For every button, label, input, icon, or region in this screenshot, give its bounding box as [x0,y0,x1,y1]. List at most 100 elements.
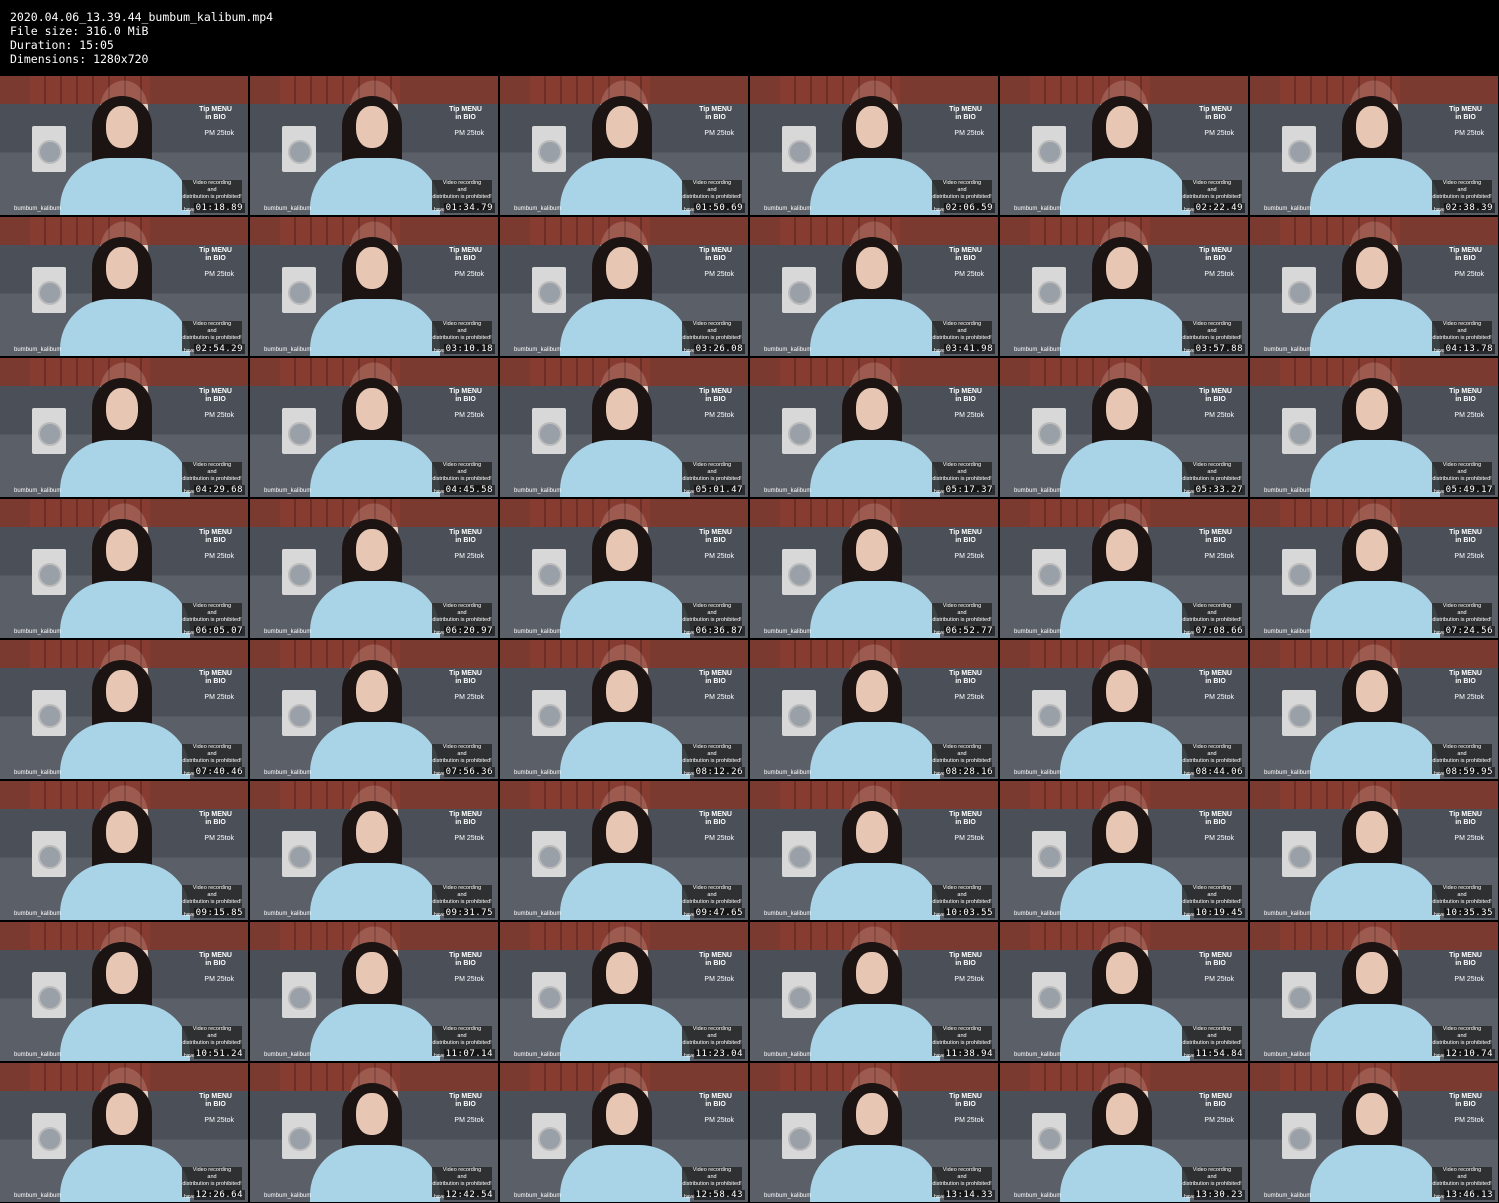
video-thumbnail[interactable]: Tip MENU in BIO PM 25tok Video recording and… [0,781,248,920]
video-thumbnail[interactable]: Tip MENU in BIO PM 25tok Video recording and… [1000,217,1248,356]
person-face [356,106,388,148]
username-label: bumbum_kalibum [14,347,62,353]
person-face [356,1093,388,1135]
video-thumbnail[interactable]: Tip MENU in BIO PM 25tok Video recording and… [250,217,498,356]
video-thumbnail[interactable]: Tip MENU in BIO PM 25tok Video recording and… [1000,640,1248,779]
video-thumbnail[interactable]: Tip MENU in BIO PM 25tok Video recording and… [750,358,998,497]
person-hoodie [1310,158,1440,215]
video-thumbnail[interactable]: Tip MENU in BIO PM 25tok Video recording and… [1250,1063,1498,1202]
video-thumbnail[interactable]: Tip MENU in BIO PM 25tok Video recording and… [0,640,248,779]
video-thumbnail[interactable]: Tip MENU in BIO PM 25tok Video recording and… [500,640,748,779]
thumbnail-timestamp: 05:49.17 [1443,485,1495,495]
video-thumbnail[interactable]: Tip MENU in BIO PM 25tok Video recording and… [1000,358,1248,497]
video-thumbnail[interactable]: Tip MENU in BIO PM 25tok Video recording and… [1000,76,1248,215]
thumbnail-timestamp: 08:59.95 [1443,767,1495,777]
file-info-header: 2020.04.06_13.39.44_bumbum_kalibum.mp4 F… [10,10,273,66]
video-thumbnail[interactable]: Tip MENU in BIO PM 25tok Video recording and… [750,922,998,1061]
video-thumbnail[interactable]: Tip MENU in BIO PM 25tok Video recording and… [1250,217,1498,356]
video-thumbnail[interactable]: Tip MENU in BIO PM 25tok Video recording and… [1250,76,1498,215]
tip-menu-label: Tip MENU in BIO [949,670,982,685]
video-thumbnail[interactable]: Tip MENU in BIO PM 25tok Video recording and… [1250,499,1498,638]
washing-machine [532,1113,566,1159]
video-thumbnail[interactable]: Tip MENU in BIO PM 25tok Video recording and… [750,499,998,638]
video-thumbnail[interactable]: Tip MENU in BIO PM 25tok Video recording and… [250,781,498,920]
person-face [1106,247,1138,289]
video-thumbnail[interactable]: Tip MENU in BIO PM 25tok Video recording and… [500,781,748,920]
person-hoodie [310,1145,440,1202]
washing-machine [532,549,566,595]
video-thumbnail[interactable]: Tip MENU in BIO PM 25tok Video recording and… [250,358,498,497]
person-face [856,670,888,712]
video-thumbnail[interactable]: Tip MENU in BIO PM 25tok Video recording and… [750,781,998,920]
video-thumbnail[interactable]: Tip MENU in BIO PM 25tok Video recording and… [750,76,998,215]
video-thumbnail[interactable]: Tip MENU in BIO PM 25tok Video recording and… [1250,781,1498,920]
thumbnail-timestamp: 03:57.88 [1193,344,1245,354]
pm-label: PM 25tok [1204,553,1234,560]
thumbnail-timestamp: 04:13.78 [1443,344,1495,354]
washing-machine [782,972,816,1018]
video-thumbnail[interactable]: Tip MENU in BIO PM 25tok Video recording and… [750,217,998,356]
person-hoodie [810,440,940,497]
video-thumbnail[interactable]: Tip MENU in BIO PM 25tok Video recording and… [500,922,748,1061]
video-thumbnail[interactable]: Tip MENU in BIO PM 25tok Video recording and… [1000,922,1248,1061]
video-thumbnail[interactable]: Tip MENU in BIO PM 25tok Video recording and… [500,76,748,215]
pm-label: PM 25tok [954,271,984,278]
thumbnail-timestamp: 07:40.46 [193,767,245,777]
tip-menu-label: Tip MENU in BIO [449,247,482,262]
pm-label: PM 25tok [1454,976,1484,983]
washing-machine [282,267,316,313]
pm-label: PM 25tok [1204,271,1234,278]
video-thumbnail[interactable]: Tip MENU in BIO PM 25tok Video recording and… [500,358,748,497]
thumbnail-timestamp: 07:56.36 [443,767,495,777]
person-hoodie [560,440,690,497]
video-thumbnail[interactable]: Tip MENU in BIO PM 25tok Video recording and… [250,76,498,215]
person-hoodie [1060,581,1190,638]
washing-machine [282,972,316,1018]
video-thumbnail[interactable]: Tip MENU in BIO PM 25tok Video recording and… [0,358,248,497]
username-label: bumbum_kalibum [514,1052,562,1058]
pm-label: PM 25tok [704,130,734,137]
video-thumbnail[interactable]: Tip MENU in BIO PM 25tok Video recording and… [500,1063,748,1202]
username-label: bumbum_kalibum [764,770,812,776]
person-hoodie [1310,1004,1440,1061]
video-thumbnail[interactable]: Tip MENU in BIO PM 25tok Video recording and… [750,640,998,779]
washing-machine [1282,972,1316,1018]
person-face [1106,1093,1138,1135]
thumbnail-timestamp: 07:08.66 [1193,626,1245,636]
person-hoodie [560,1145,690,1202]
video-thumbnail[interactable]: Tip MENU in BIO PM 25tok Video recording and… [0,1063,248,1202]
username-label: bumbum_kalibum [514,911,562,917]
username-label: bumbum_kalibum [264,347,312,353]
video-thumbnail[interactable]: Tip MENU in BIO PM 25tok Video recording and… [1250,358,1498,497]
video-thumbnail[interactable]: Tip MENU in BIO PM 25tok Video recording and… [0,76,248,215]
pm-label: PM 25tok [1454,412,1484,419]
video-thumbnail[interactable]: Tip MENU in BIO PM 25tok Video recording and… [1000,781,1248,920]
person-hoodie [60,722,190,779]
video-thumbnail[interactable]: Tip MENU in BIO PM 25tok Video recording and… [250,922,498,1061]
thumbnail-timestamp: 09:31.75 [443,908,495,918]
video-thumbnail[interactable]: Tip MENU in BIO PM 25tok Video recording and… [0,217,248,356]
pm-label: PM 25tok [954,835,984,842]
tip-menu-label: Tip MENU in BIO [199,529,232,544]
username-label: bumbum_kalibum [764,347,812,353]
video-thumbnail[interactable]: Tip MENU in BIO PM 25tok Video recording and… [750,1063,998,1202]
video-thumbnail[interactable]: Tip MENU in BIO PM 25tok Video recording and… [250,1063,498,1202]
video-thumbnail[interactable]: Tip MENU in BIO PM 25tok Video recording and… [1000,499,1248,638]
video-thumbnail[interactable]: Tip MENU in BIO PM 25tok Video recording and… [1000,1063,1248,1202]
thumbnail-timestamp: 10:51.24 [193,1049,245,1059]
video-thumbnail[interactable]: Tip MENU in BIO PM 25tok Video recording and… [500,217,748,356]
username-label: bumbum_kalibum [1014,1193,1062,1199]
video-thumbnail[interactable]: Tip MENU in BIO PM 25tok Video recording and… [250,499,498,638]
username-label: bumbum_kalibum [764,911,812,917]
person-hoodie [560,158,690,215]
person-hoodie [560,581,690,638]
video-thumbnail[interactable]: Tip MENU in BIO PM 25tok Video recording and… [1250,922,1498,1061]
pm-label: PM 25tok [704,412,734,419]
person-hoodie [310,158,440,215]
video-thumbnail[interactable]: Tip MENU in BIO PM 25tok Video recording and… [1250,640,1498,779]
video-thumbnail[interactable]: Tip MENU in BIO PM 25tok Video recording and… [0,922,248,1061]
video-thumbnail[interactable]: Tip MENU in BIO PM 25tok Video recording and… [250,640,498,779]
video-thumbnail[interactable]: Tip MENU in BIO PM 25tok Video recording and… [500,499,748,638]
video-thumbnail[interactable]: Tip MENU in BIO PM 25tok Video recording and… [0,499,248,638]
pm-label: PM 25tok [954,976,984,983]
